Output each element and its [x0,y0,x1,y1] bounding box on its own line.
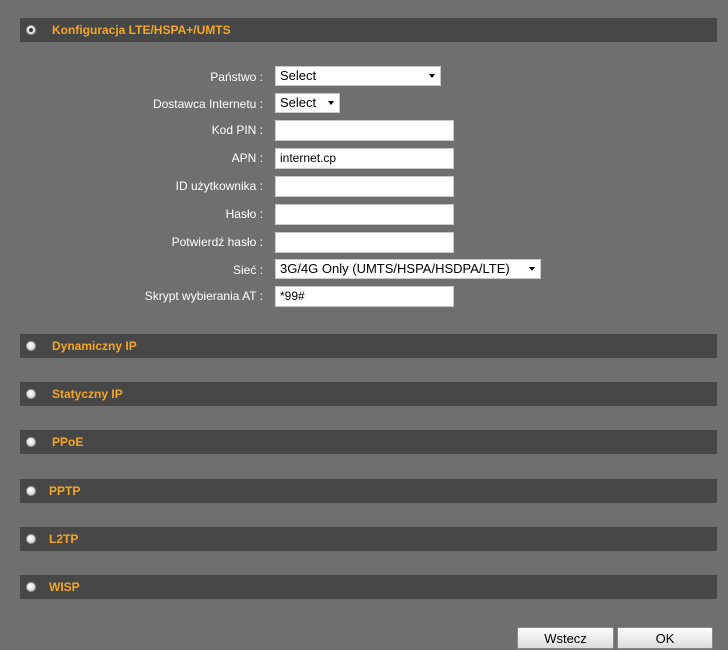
static-ip-radio-icon[interactable] [26,389,36,399]
apn-label: APN : [231,151,263,165]
section-l2tp-header[interactable]: L2TP [20,527,717,551]
chevron-down-icon [328,101,334,105]
dial-script-row: Skrypt wybierania AT : *99# [0,285,728,307]
confirm-password-label: Potwierdź hasło : [171,235,263,249]
country-row: Państwo : Select [0,66,728,88]
section-pppoe-title: PPoE [52,435,84,449]
password-input[interactable] [275,204,454,225]
section-pptp-header[interactable]: PPTP [20,479,717,503]
confirm-password-input[interactable] [275,232,454,253]
section-static-ip-title: Statyczny IP [52,387,123,401]
apn-input[interactable]: internet.cp [275,148,454,169]
chevron-down-icon [529,267,535,271]
country-select[interactable]: Select [275,66,441,86]
pin-input[interactable] [275,120,454,141]
network-label: Sieć : [232,263,263,277]
dynamic-ip-radio-icon[interactable] [26,341,36,351]
section-static-ip-header[interactable]: Statyczny IP [20,382,717,406]
pptp-radio-icon[interactable] [26,486,36,496]
dial-script-input[interactable]: *99# [275,286,454,307]
ok-button[interactable]: OK [617,627,713,649]
provider-select[interactable]: Select [275,93,340,113]
section-lte-title: Konfiguracja LTE/HSPA+/UMTS [52,23,231,37]
provider-row: Dostawca Internetu : Select [0,93,728,115]
user-id-label: ID użytkownika : [175,179,263,193]
pin-row: Kod PIN : [0,119,728,141]
section-wisp-header[interactable]: WISP [20,575,717,599]
pin-label: Kod PIN : [211,123,263,137]
chevron-down-icon [429,74,435,78]
section-pptp-title: PPTP [49,484,81,498]
password-label: Hasło : [225,207,263,221]
pppoe-radio-icon[interactable] [26,437,36,447]
apn-row: APN : internet.cp [0,147,728,169]
password-row: Hasło : [0,203,728,225]
wisp-radio-icon[interactable] [26,582,36,592]
dial-script-label: Skrypt wybierania AT : [144,289,263,303]
lte-radio-icon[interactable] [26,25,36,35]
back-button[interactable]: Wstecz [517,627,614,649]
user-id-row: ID użytkownika : [0,175,728,197]
section-dynamic-ip-title: Dynamiczny IP [52,339,137,353]
confirm-password-row: Potwierdź hasło : [0,231,728,253]
network-select[interactable]: 3G/4G Only (UMTS/HSPA/HSDPA/LTE) [275,259,541,279]
country-select-value: Select [280,68,317,83]
section-dynamic-ip-header[interactable]: Dynamiczny IP [20,334,717,358]
user-id-input[interactable] [275,176,454,197]
section-pppoe-header[interactable]: PPoE [20,430,717,454]
l2tp-radio-icon[interactable] [26,534,36,544]
section-lte-header[interactable]: Konfiguracja LTE/HSPA+/UMTS [20,18,717,42]
provider-label: Dostawca Internetu : [152,97,263,111]
section-l2tp-title: L2TP [49,532,79,546]
country-label: Państwo : [210,70,263,84]
section-wisp-title: WISP [49,580,80,594]
provider-select-value: Select [280,95,317,110]
network-select-value: 3G/4G Only (UMTS/HSPA/HSDPA/LTE) [280,261,510,276]
network-row: Sieć : 3G/4G Only (UMTS/HSPA/HSDPA/LTE) [0,259,728,281]
